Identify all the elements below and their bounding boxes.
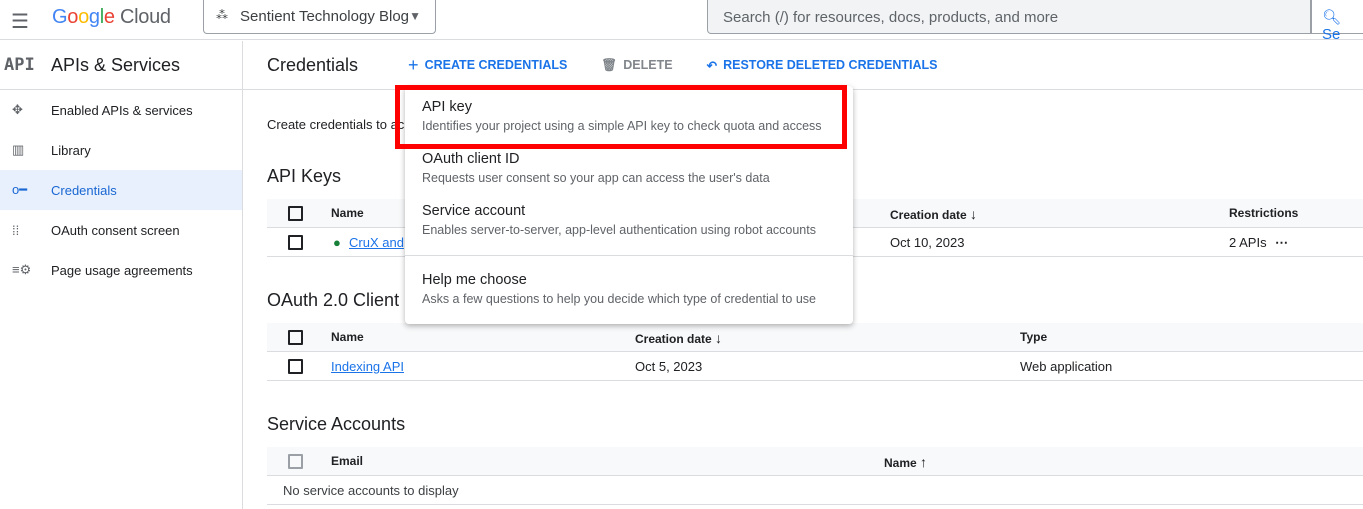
highlight-box [395, 85, 847, 149]
chevron-down-icon: ▼ [409, 9, 421, 23]
menu-item-desc: Enables server-to-server, app-level auth… [422, 223, 816, 237]
sidebar-title: APIs & Services [51, 54, 181, 75]
column-type[interactable]: Type [1020, 330, 1047, 344]
api-icon: API [4, 55, 35, 75]
google-cloud-logo[interactable]: Google Cloud [52, 6, 171, 29]
page-header: Credentials + CREATE CREDENTIALS 🗑︎ DELETE… [243, 41, 1363, 90]
oauth-consent-icon: ⁞⁞ [12, 222, 20, 238]
menu-item-service-account[interactable]: Service account Enables server-to-server,… [422, 203, 816, 237]
check-circle-icon: ● [333, 235, 341, 250]
restore-deleted-button[interactable]: ↶ RESTORE DELETED CREDENTIALS [707, 58, 938, 73]
sidebar-header: API APIs & Services [0, 41, 242, 90]
top-bar: ☰ Google Cloud ⁂ Sentient Technology Blo… [0, 0, 1363, 43]
column-label: Name [884, 456, 917, 470]
enabled-apis-icon: ✥ [12, 102, 23, 117]
oauth-header: Name Creation date ↓ Type [267, 323, 1363, 352]
api-keys-heading: API Keys [267, 166, 342, 186]
column-label: Creation date [890, 208, 967, 222]
search-input[interactable]: Search (/) for resources, docs, products… [707, 0, 1311, 34]
key-icon: o━ [12, 182, 28, 197]
arrow-down-icon: ↓ [970, 206, 978, 222]
arrow-down-icon: ↓ [715, 330, 723, 346]
select-all-checkbox[interactable] [288, 206, 303, 221]
client-type: Web application [1020, 359, 1113, 374]
sidebar-item-label: Library [51, 142, 91, 158]
sidebar-item-page-usage[interactable]: ≡⚙ Page usage agreements [0, 250, 242, 290]
settings-list-icon: ≡⚙ [12, 262, 32, 277]
menu-item-desc: Asks a few questions to help you decide … [422, 292, 816, 306]
select-all-checkbox[interactable] [288, 454, 303, 469]
creation-date: Oct 5, 2023 [635, 359, 703, 374]
creation-date: Oct 10, 2023 [890, 235, 965, 250]
column-creation-date[interactable]: Creation date ↓ [890, 206, 977, 222]
trash-icon: 🗑︎ [601, 57, 618, 72]
service-accounts-header: Email Name ↑ [267, 447, 1363, 476]
column-name[interactable]: Name [331, 330, 364, 344]
oauth-heading: OAuth 2.0 Client I [267, 290, 410, 310]
menu-item-label: Service account [422, 203, 526, 219]
page-title: Credentials [267, 54, 359, 75]
service-accounts-heading: Service Accounts [267, 414, 406, 434]
sidebar-item-label: Credentials [51, 182, 117, 198]
project-selector[interactable]: ⁂ Sentient Technology Blog ▼ [203, 0, 436, 34]
sidebar-item-label: Enabled APIs & services [51, 102, 193, 118]
sidebar-item-label: Page usage agreements [51, 262, 193, 278]
restrictions: 2 APIs [1229, 235, 1267, 250]
search-button[interactable]: 🔍︎ Se [1311, 0, 1363, 43]
sidebar: API APIs & Services ✥ Enabled APIs & serv… [0, 41, 243, 509]
column-name[interactable]: Name [331, 206, 364, 220]
select-all-checkbox[interactable] [288, 330, 303, 345]
sidebar-item-credentials[interactable]: o━ Credentials [0, 170, 242, 210]
more-actions-icon[interactable]: ⋯ [1275, 235, 1288, 251]
row-checkbox[interactable] [288, 235, 303, 250]
row-checkbox[interactable] [288, 359, 303, 374]
menu-item-oauth-client-id[interactable]: OAuth client ID Requests user consent so … [422, 151, 770, 185]
empty-message: No service accounts to display [283, 483, 459, 498]
plus-icon: + [408, 54, 419, 75]
column-name[interactable]: Name ↑ [884, 454, 927, 470]
empty-row: No service accounts to display [267, 476, 1363, 505]
menu-item-help-me-choose[interactable]: Help me choose Asks a few questions to he… [422, 272, 816, 306]
restore-label: RESTORE DELETED CREDENTIALS [723, 58, 938, 72]
search-icon: 🔍︎ [1322, 9, 1342, 26]
api-key-link[interactable]: CruX and [349, 235, 404, 250]
menu-item-label: OAuth client ID [422, 151, 520, 167]
project-name: Sentient Technology Blog [240, 8, 410, 25]
undo-icon: ↶ [706, 58, 718, 73]
column-restrictions[interactable]: Restrictions [1229, 206, 1298, 220]
create-credentials-label: CREATE CREDENTIALS [424, 58, 568, 72]
delete-label: DELETE [623, 58, 673, 72]
table-row: Indexing API Oct 5, 2023 Web application [267, 352, 1363, 381]
sidebar-item-label: OAuth consent screen [51, 222, 180, 238]
sidebar-item-enabled-apis[interactable]: ✥ Enabled APIs & services [0, 90, 242, 130]
menu-item-label: Help me choose [422, 272, 527, 288]
menu-divider [405, 255, 853, 256]
sidebar-item-oauth-consent[interactable]: ⁞⁞ OAuth consent screen [0, 210, 242, 250]
column-creation-date[interactable]: Creation date ↓ [635, 330, 722, 346]
menu-item-desc: Requests user consent so your app can ac… [422, 171, 770, 185]
oauth-client-link[interactable]: Indexing API [331, 359, 404, 374]
library-icon: ▥ [12, 142, 25, 157]
column-label: Creation date [635, 332, 712, 346]
create-credentials-button[interactable]: + CREATE CREDENTIALS [408, 55, 567, 76]
column-email[interactable]: Email [331, 454, 363, 468]
arrow-up-icon: ↑ [920, 454, 928, 470]
project-icon: ⁂ [216, 8, 228, 22]
main-content: Credentials + CREATE CREDENTIALS 🗑︎ DELETE… [243, 41, 1363, 90]
delete-button[interactable]: 🗑︎ DELETE [601, 58, 672, 73]
menu-icon[interactable]: ☰ [11, 9, 29, 34]
intro-text: Create credentials to ac [267, 117, 405, 132]
sidebar-item-library[interactable]: ▥ Library [0, 130, 242, 170]
